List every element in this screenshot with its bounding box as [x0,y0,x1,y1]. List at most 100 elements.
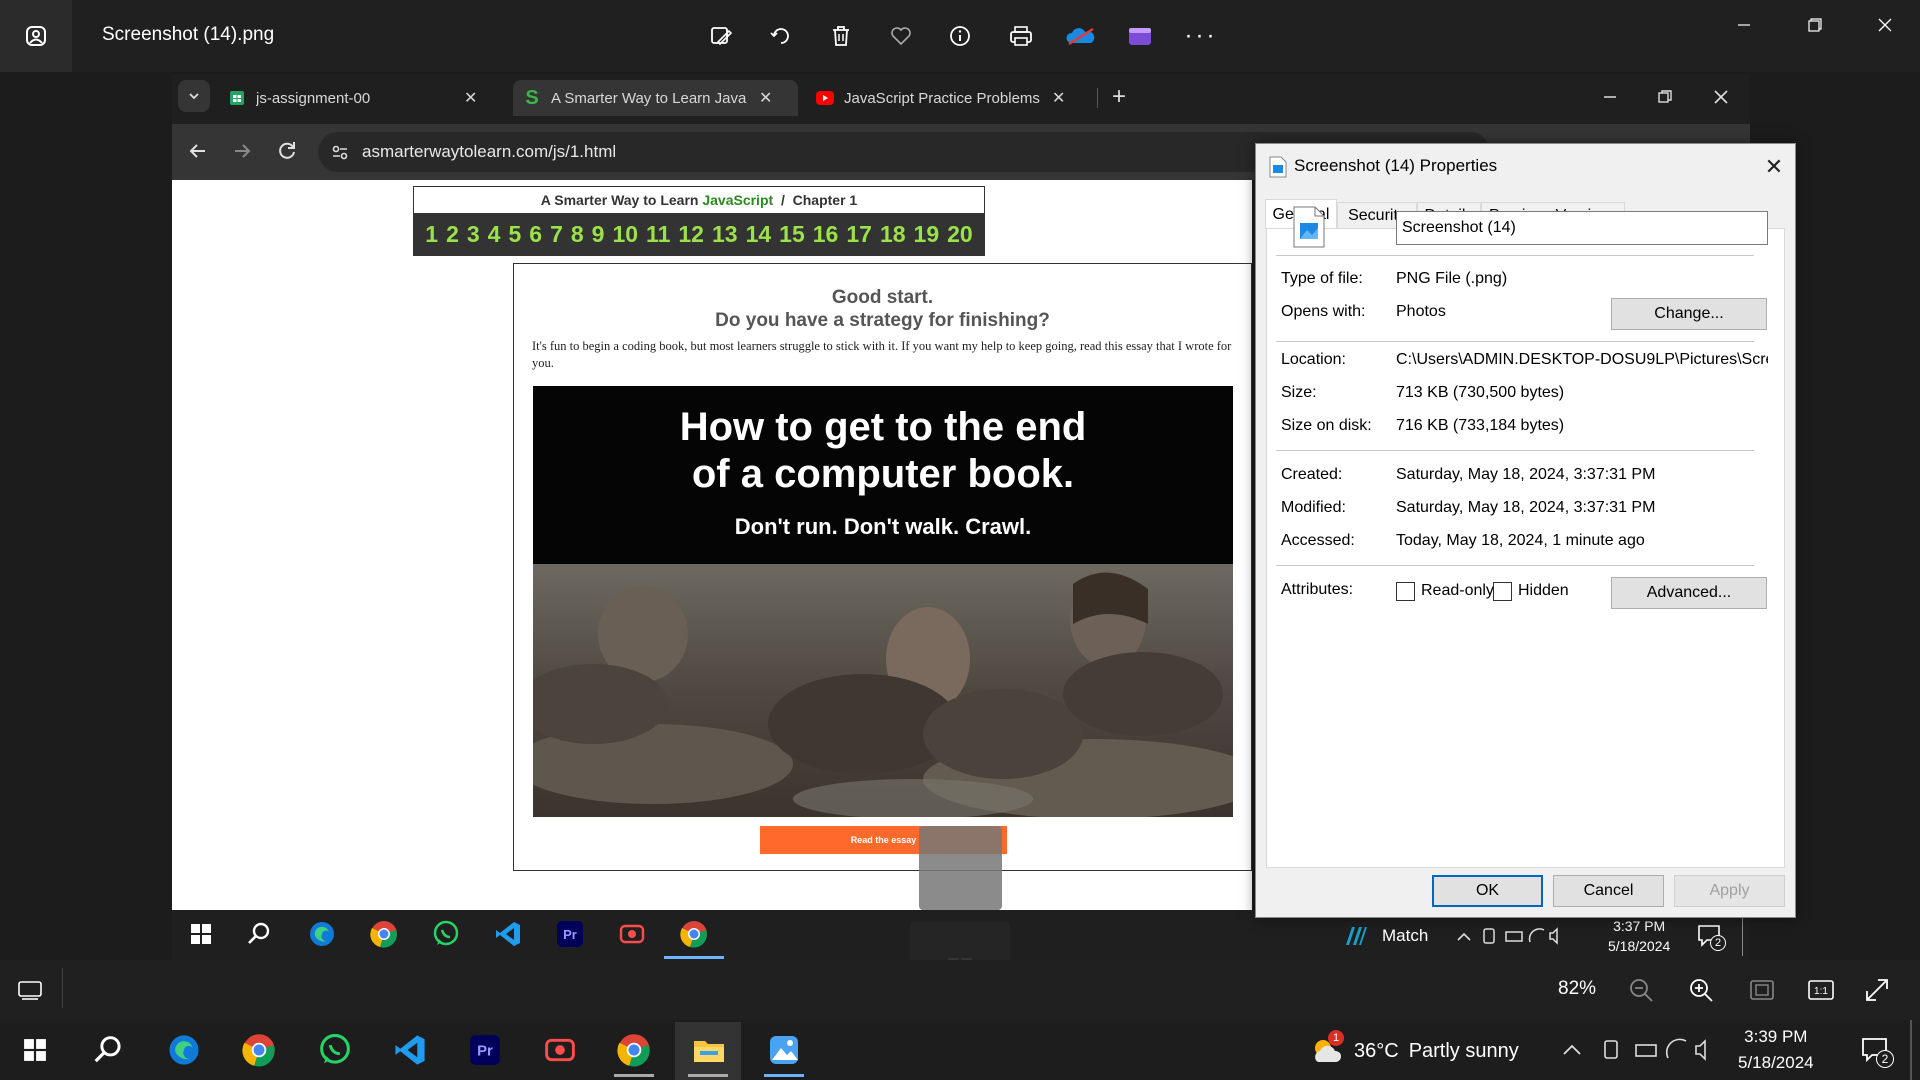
inner-system-tray[interactable] [1454,924,1564,948]
close-icon[interactable] [1865,10,1905,40]
weather-temp: 36°C [1354,1039,1399,1062]
system-tray[interactable] [1560,1036,1720,1064]
onedrive-icon[interactable] [1063,18,1099,54]
chapter-link-12[interactable]: 12 [678,221,704,248]
rotate-icon[interactable] [763,18,799,54]
info-icon[interactable] [942,18,978,54]
readonly-label[interactable]: Read-only [1421,582,1494,600]
premiere-pro-icon[interactable]: Pr [461,1027,509,1073]
chrome-icon[interactable] [235,1027,283,1073]
screen-recorder-icon[interactable] [536,1027,584,1073]
chrome-running-icon[interactable] [610,1027,658,1073]
chapter-link-17[interactable]: 17 [846,221,872,248]
change-button[interactable]: Change... [1611,298,1767,330]
vscode-icon[interactable] [386,1027,434,1073]
chapter-link-1[interactable]: 1 [425,221,438,248]
premiere-pro-icon[interactable]: Pr [553,917,587,951]
essay-banner[interactable]: How to get to the end of a computer book… [533,386,1233,564]
full-screen-icon[interactable] [1863,976,1891,1004]
cancel-button[interactable]: Cancel [1553,875,1664,907]
inner-weather-widget[interactable]: Match [1342,923,1428,949]
chrome-restore-icon[interactable] [1645,82,1685,112]
whatsapp-icon[interactable] [429,917,463,951]
tab-close-icon[interactable]: ✕ [759,88,772,108]
windows-start-icon[interactable] [184,917,218,951]
zoom-in-icon[interactable] [1687,976,1715,1004]
minimize-icon[interactable] [1724,10,1764,40]
search-icon[interactable] [84,1027,132,1073]
edge-icon[interactable] [160,1027,208,1073]
chapter-brand[interactable]: JavaScript [702,192,773,208]
edit-image-icon[interactable] [703,18,739,54]
chrome-close-icon[interactable] [1701,82,1741,112]
filmstrip-toggle-icon[interactable] [16,978,46,1002]
show-desktop-button[interactable] [1910,1020,1912,1080]
hidden-checkbox[interactable] [1493,582,1512,601]
chapter-link-13[interactable]: 13 [712,221,738,248]
chapter-link-10[interactable]: 10 [612,221,638,248]
inner-notification-icon[interactable]: 2 [1696,922,1726,952]
chapter-link-5[interactable]: 5 [508,221,521,248]
more-options-icon[interactable]: ··· [1183,18,1219,54]
chrome-active-icon[interactable] [677,917,711,951]
file-name-input[interactable]: Screenshot (14) [1396,211,1768,245]
chapter-link-16[interactable]: 16 [813,221,839,248]
new-tab-plus-icon[interactable]: + [1106,82,1132,112]
inner-clock[interactable]: 3:37 PM 5/18/2024 [1608,916,1670,956]
hidden-label[interactable]: Hidden [1518,582,1569,600]
chapter-link-14[interactable]: 14 [746,221,772,248]
favorite-heart-icon[interactable] [883,18,919,54]
chapter-link-6[interactable]: 6 [529,221,542,248]
search-icon[interactable] [242,917,276,951]
vscode-icon[interactable] [491,917,525,951]
chapter-link-19[interactable]: 19 [914,221,940,248]
weather-widget[interactable]: 1 36°C Partly sunny [1310,1030,1519,1066]
windows-start-icon[interactable] [11,1027,59,1073]
photos-icon[interactable] [760,1027,808,1073]
back-arrow-icon[interactable] [185,138,211,164]
photos-app-icon[interactable] [0,0,72,72]
chrome-icon[interactable] [367,917,401,951]
dialog-close-icon[interactable]: ✕ [1759,152,1789,182]
file-explorer-icon[interactable] [685,1027,733,1073]
chapter-link-2[interactable]: 2 [446,221,459,248]
chapter-link-9[interactable]: 9 [592,221,605,248]
chapter-link-20[interactable]: 20 [947,221,973,248]
chapter-link-18[interactable]: 18 [880,221,906,248]
whatsapp-icon[interactable] [311,1027,359,1073]
screen-recorder-icon[interactable] [615,917,649,951]
clock[interactable]: 3:39 PM 5/18/2024 [1738,1024,1814,1076]
edge-icon[interactable] [305,917,339,951]
chapter-link-3[interactable]: 3 [467,221,480,248]
chapter-link-4[interactable]: 4 [488,221,501,248]
restore-icon[interactable] [1795,10,1835,40]
chrome-minimize-icon[interactable] [1590,82,1630,112]
delete-icon[interactable] [823,18,859,54]
tab-js-assignment[interactable]: js-assignment-00 ✕ [218,80,505,116]
ok-button[interactable]: OK [1432,875,1543,907]
chapter-link-8[interactable]: 8 [571,221,584,248]
show-desktop-divider[interactable] [1742,916,1743,956]
chapter-link-11[interactable]: 11 [646,221,670,248]
fit-to-window-icon[interactable] [1748,978,1776,1002]
notification-icon[interactable]: 2 [1860,1034,1894,1068]
running-indicator [688,1074,728,1077]
clipchamp-icon[interactable] [1122,18,1158,54]
apply-button[interactable]: Apply [1674,875,1785,907]
reload-icon[interactable] [274,138,300,164]
tab-smarter-way[interactable]: S A Smarter Way to Learn JavaScr ✕ [513,80,798,116]
advanced-button[interactable]: Advanced... [1611,577,1767,609]
actual-size-icon[interactable]: 1:1 [1806,978,1836,1002]
tab-search-button[interactable] [178,80,210,112]
forward-arrow-icon[interactable] [229,138,255,164]
tab-close-icon[interactable]: ✕ [464,88,477,108]
chapter-link-15[interactable]: 15 [779,221,805,248]
print-icon[interactable] [1003,18,1039,54]
tab-close-icon[interactable]: ✕ [1052,88,1065,108]
site-settings-icon[interactable] [330,142,350,162]
readonly-checkbox[interactable] [1396,582,1415,601]
tab-youtube[interactable]: JavaScript Practice Problems | P ✕ [806,80,1089,116]
intro-paragraph: It's fun to begin a coding book, but mos… [532,339,1232,370]
zoom-out-icon[interactable] [1627,976,1655,1004]
chapter-link-7[interactable]: 7 [550,221,563,248]
